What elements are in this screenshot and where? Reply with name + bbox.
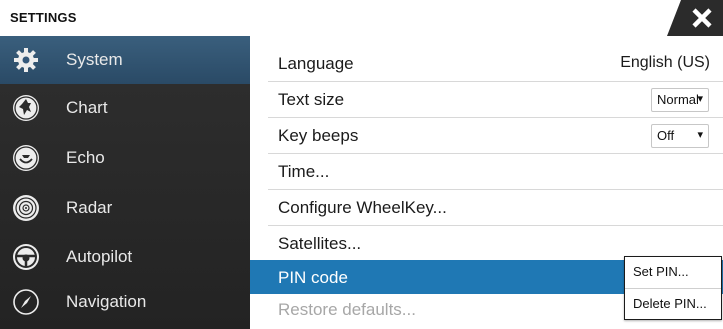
sidebar-item-label: Navigation [66, 292, 147, 311]
row-divider [268, 153, 723, 154]
setting-row-text-size[interactable]: Text size Normal ▾ [250, 84, 723, 114]
sidebar-item-autopilot[interactable]: Autopilot [0, 233, 250, 281]
setting-label: Time... [278, 162, 330, 181]
setting-label: Restore defaults... [278, 300, 416, 319]
radar-icon [12, 194, 40, 222]
row-divider [268, 189, 723, 190]
sidebar-item-system[interactable]: System [0, 36, 250, 84]
key-beeps-dropdown[interactable]: Off ▾ [651, 124, 709, 148]
sidebar: System Chart Echo Radar Autopilot Naviga… [0, 36, 250, 329]
chevron-down-icon: ▾ [697, 129, 703, 141]
title-bar: SETTINGS [0, 0, 723, 36]
setting-label: Satellites... [278, 234, 362, 253]
sidebar-item-label: Radar [66, 198, 113, 217]
sidebar-item-echo[interactable]: Echo [0, 134, 250, 182]
setting-row-key-beeps[interactable]: Key beeps Off ▾ [250, 120, 723, 150]
text-size-dropdown[interactable]: Normal ▾ [651, 88, 709, 112]
sidebar-item-radar[interactable]: Radar [0, 184, 250, 232]
sidebar-item-label: Echo [66, 148, 105, 167]
sidebar-item-label: Autopilot [66, 247, 133, 266]
setting-label: Text size [278, 90, 345, 109]
setting-row-satellites[interactable]: Satellites... [250, 228, 723, 258]
row-divider [268, 225, 723, 226]
language-value: English (US) [620, 54, 710, 71]
menu-item-label: Set PIN... [633, 264, 689, 279]
sidebar-item-chart[interactable]: Chart [0, 84, 250, 132]
setting-label: Language [278, 54, 354, 73]
menu-item-delete-pin[interactable]: Delete PIN... [625, 289, 721, 319]
settings-window: SETTINGS System Chart Echo Radar Autopil… [0, 0, 723, 329]
gear-icon [12, 46, 40, 74]
setting-label: PIN code [278, 268, 348, 287]
steering-wheel-icon [12, 243, 40, 271]
sidebar-item-label: System [66, 50, 123, 69]
echo-icon [12, 144, 40, 172]
dropdown-value: Normal [657, 92, 699, 107]
pin-code-menu: Set PIN... Delete PIN... [624, 256, 722, 320]
sidebar-item-navigation[interactable]: Navigation [0, 282, 250, 329]
menu-item-label: Delete PIN... [633, 296, 707, 311]
chart-icon [12, 94, 40, 122]
sidebar-item-label: Chart [66, 98, 108, 117]
setting-row-language[interactable]: Language English (US) [250, 48, 723, 78]
close-icon [667, 0, 723, 36]
close-button[interactable] [667, 0, 723, 36]
row-divider [268, 117, 723, 118]
compass-icon [12, 288, 40, 316]
setting-label: Key beeps [278, 126, 359, 145]
window-title: SETTINGS [10, 10, 77, 25]
dropdown-value: Off [657, 128, 675, 143]
setting-label: Configure WheelKey... [278, 198, 447, 217]
setting-row-time[interactable]: Time... [250, 156, 723, 186]
setting-row-configure-wheelkey[interactable]: Configure WheelKey... [250, 192, 723, 222]
menu-item-set-pin[interactable]: Set PIN... [625, 257, 721, 287]
row-divider [268, 81, 723, 82]
chevron-down-icon: ▾ [697, 93, 703, 105]
